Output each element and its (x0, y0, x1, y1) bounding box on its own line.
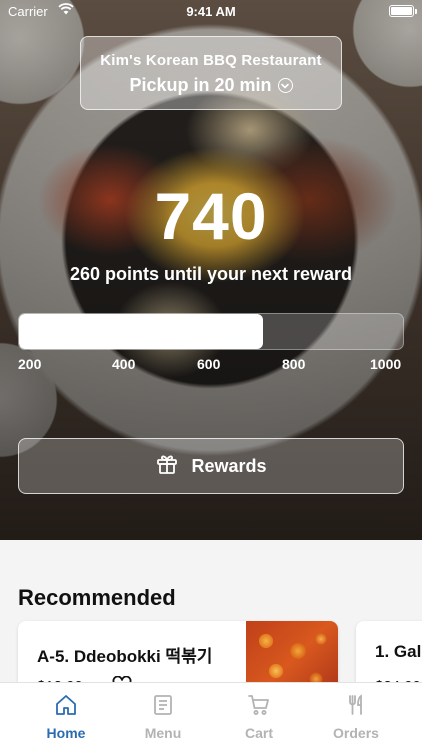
rewards-button-label: Rewards (191, 455, 267, 476)
tab-label: Home (46, 725, 86, 741)
recommended-heading: Recommended (18, 585, 176, 610)
recommended-item-name: 1. Gal (375, 642, 422, 661)
tab-cart[interactable]: Cart (211, 683, 307, 750)
tab-home[interactable]: Home (18, 683, 114, 750)
restaurant-name: Kim's Korean BBQ Restaurant (100, 52, 322, 69)
battery-icon (389, 5, 417, 17)
rewards-button[interactable]: Rewards (18, 438, 404, 494)
menu-icon (154, 695, 172, 715)
points-balance: 740 (154, 179, 268, 253)
points-until-reward: 260 points until your next reward (69, 264, 353, 284)
progress-tick: 800 (282, 356, 306, 372)
progress-tick: 600 (197, 356, 221, 372)
tab-orders[interactable]: Orders (308, 683, 404, 750)
rewards-progress-fill (19, 314, 263, 349)
utensils-icon (349, 694, 362, 715)
tab-label: Menu (144, 725, 182, 741)
status-bar: Carrier 9:41 AM (0, 0, 422, 24)
tab-label: Orders (333, 725, 379, 741)
hero-banner: Carrier 9:41 AM Kim's Korean BBQ Restaur… (0, 0, 422, 540)
home-icon (56, 695, 76, 715)
recommended-item-name: A-5. Ddeobokki 떡볶기 (37, 647, 213, 666)
progress-tick: 400 (112, 356, 136, 372)
pickup-label: Pickup in 20 min (129, 75, 272, 95)
chevron-down-icon (277, 78, 293, 93)
tab-menu[interactable]: Menu (115, 683, 211, 750)
restaurant-selector[interactable]: Kim's Korean BBQ Restaurant Pickup in 20… (80, 36, 342, 110)
rewards-progress-bar (18, 313, 404, 350)
progress-tick: 200 (18, 356, 42, 372)
tab-bar: Home Menu Cart Orders (0, 682, 422, 750)
status-time: 9:41 AM (186, 4, 236, 19)
progress-tick: 1000 (370, 356, 402, 372)
pickup-time-row: Pickup in 20 min (81, 75, 341, 96)
cart-icon (248, 695, 269, 715)
gift-icon (155, 452, 179, 481)
tab-label: Cart (244, 725, 273, 741)
